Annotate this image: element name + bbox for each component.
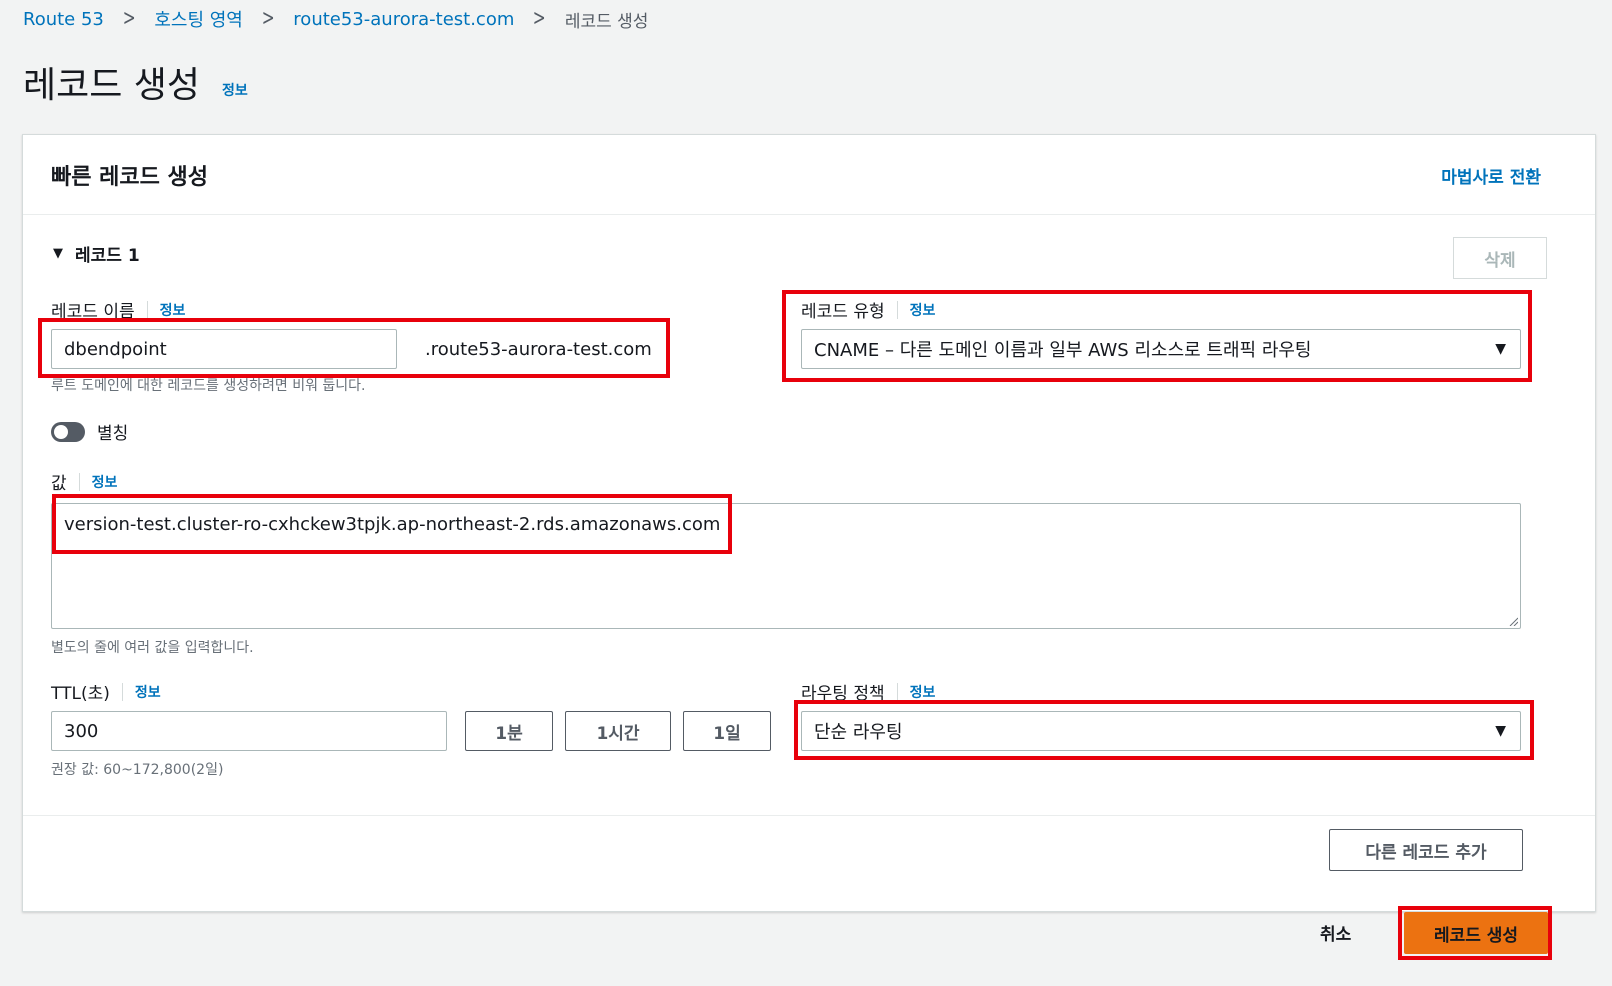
divider [146,300,148,319]
routing-policy-label-text: 라우팅 정책 [801,684,885,704]
record-heading: 레코드 1 [75,246,140,266]
divider [121,682,123,701]
panel-title: 빠른 레코드 생성 [51,165,208,190]
alias-label: 별칭 [97,424,129,444]
record-name-input[interactable]: dbendpoint [51,329,397,369]
chevron-right-icon: > [261,6,275,31]
breadcrumb-hosted-zone[interactable]: route53-aurora-test.com [293,9,514,30]
divider [896,300,898,319]
add-another-record-button[interactable]: 다른 레코드 추가 [1329,829,1523,871]
routing-policy-label: 라우팅 정책 정보 [801,679,935,704]
record-name-value: dbendpoint [64,338,167,360]
ttl-label-text: TTL(초) [51,684,110,704]
record-type-label-text: 레코드 유형 [801,302,885,322]
panel-divider [23,815,1595,816]
cancel-button[interactable]: 취소 [1320,920,1351,945]
breadcrumb: Route 53 > 호스팅 영역 > route53-aurora-test.… [23,6,648,32]
switch-to-wizard-link[interactable]: 마법사로 전환 [1441,163,1541,188]
ttl-value: 300 [64,720,99,742]
value-info-link[interactable]: 정보 [92,472,118,492]
record-type-label: 레코드 유형 정보 [801,297,935,322]
value-label-text: 값 [51,474,67,494]
page-info-link[interactable]: 정보 [222,80,248,100]
page-title: 레코드 생성 [23,65,201,106]
divider [896,682,898,701]
quick-create-panel: 빠른 레코드 생성 마법사로 전환 ▼ 레코드 1 삭제 레코드 이름 정보 d… [22,134,1596,912]
create-records-button[interactable]: 레코드 생성 [1404,912,1548,954]
caret-down-icon: ▼ [1495,341,1506,357]
record-name-label: 레코드 이름 정보 [51,297,185,322]
breadcrumb-route53[interactable]: Route 53 [23,9,104,30]
divider [78,472,80,491]
resize-handle-icon[interactable] [1508,616,1518,626]
ttl-label: TTL(초) 정보 [51,679,161,704]
ttl-hint: 권장 값: 60~172,800(2일) [51,762,224,778]
caret-down-icon: ▼ [1495,723,1506,739]
value-label: 값 정보 [51,469,117,494]
value-hint: 별도의 줄에 여러 값을 입력합니다. [51,640,254,656]
record-name-info-link[interactable]: 정보 [160,300,186,320]
record-name-label-text: 레코드 이름 [51,302,135,322]
record-type-select[interactable]: CNAME – 다른 도메인 이름과 일부 AWS 리소스로 트래픽 라우팅 ▼ [801,329,1521,369]
chevron-right-icon: > [533,6,547,31]
domain-suffix: .route53-aurora-test.com [425,339,652,360]
ttl-1day-button[interactable]: 1일 [683,711,771,751]
routing-policy-select[interactable]: 단순 라우팅 ▼ [801,711,1521,751]
alias-toggle-row: 별칭 [51,419,128,444]
ttl-info-link[interactable]: 정보 [135,682,161,702]
breadcrumb-hosted-zones[interactable]: 호스팅 영역 [154,6,243,32]
record-name-hint: 루트 도메인에 대한 레코드를 생성하려면 비워 둡니다. [51,378,366,394]
ttl-input[interactable]: 300 [51,711,447,751]
alias-toggle[interactable] [51,421,85,442]
routing-policy-value: 단순 라우팅 [814,722,903,743]
caret-down-icon: ▼ [53,246,63,261]
value-text: version-test.cluster-ro-cxhckew3tpjk.ap-… [64,514,721,535]
record-expander[interactable]: ▼ 레코드 1 [53,241,140,266]
ttl-1min-button[interactable]: 1분 [465,711,553,751]
routing-policy-info-link[interactable]: 정보 [910,682,936,702]
record-type-info-link[interactable]: 정보 [910,300,936,320]
delete-button[interactable]: 삭제 [1453,237,1547,279]
panel-header: 빠른 레코드 생성 마법사로 전환 [23,135,1595,215]
breadcrumb-current: 레코드 생성 [564,11,649,32]
value-textarea[interactable]: version-test.cluster-ro-cxhckew3tpjk.ap-… [51,503,1521,629]
ttl-1hour-button[interactable]: 1시간 [565,711,671,751]
chevron-right-icon: > [122,6,136,31]
record-type-value: CNAME – 다른 도메인 이름과 일부 AWS 리소스로 트래픽 라우팅 [814,340,1312,361]
